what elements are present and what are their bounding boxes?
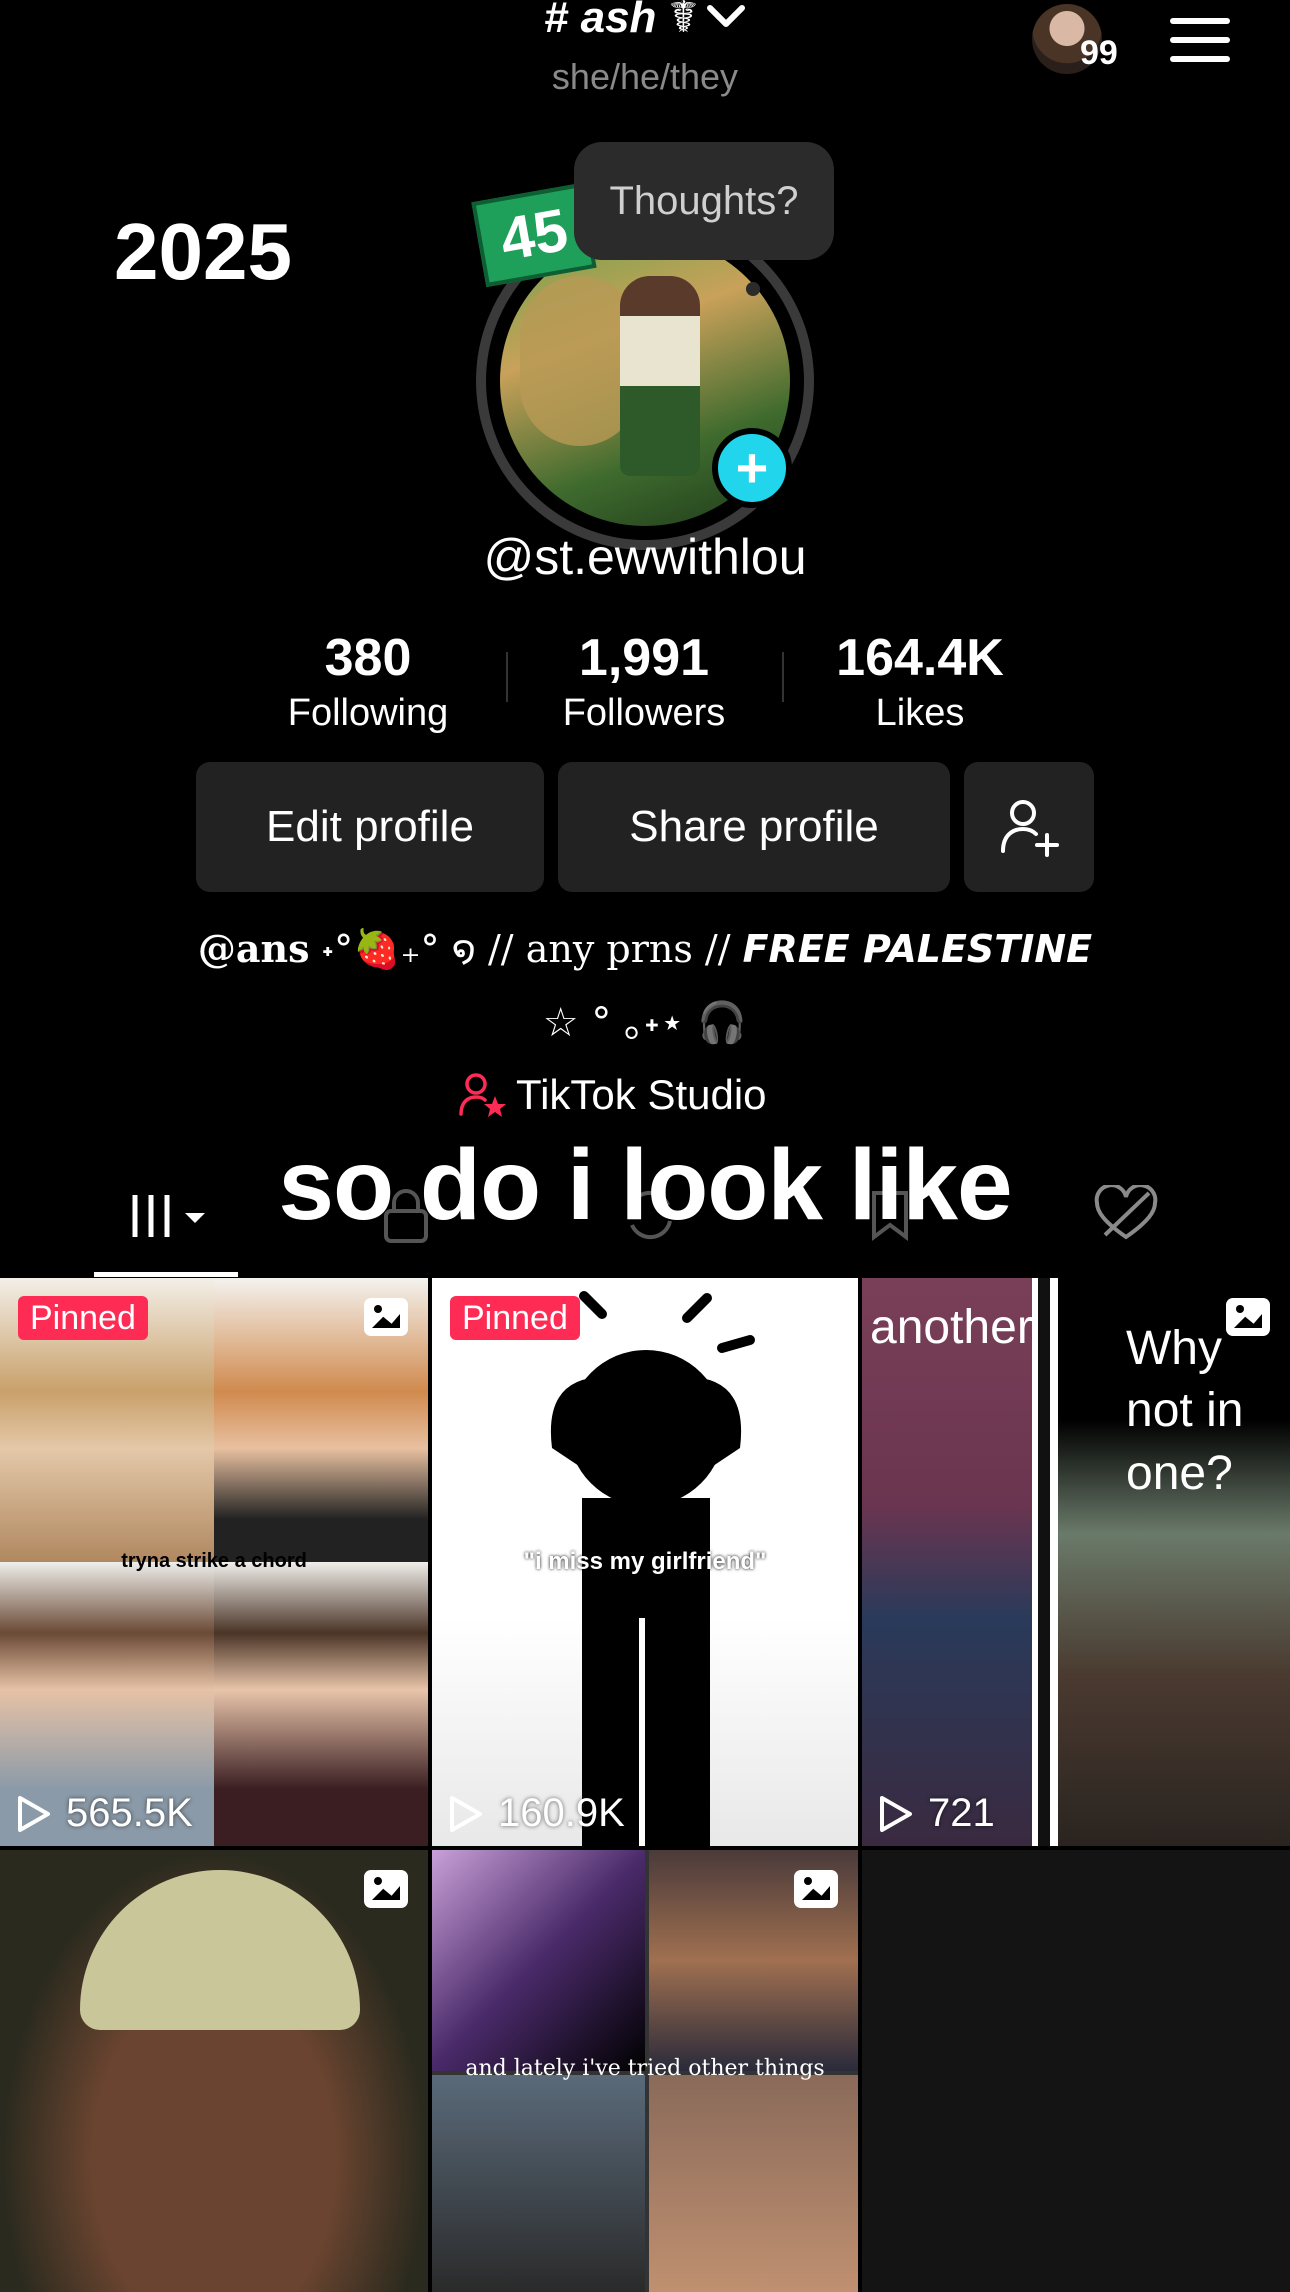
bio-emphasis: FREE PALESTINE [742, 927, 1093, 971]
edit-profile-button[interactable]: Edit profile [196, 762, 544, 892]
top-bar: # ash ☤ she/he/they 99 [0, 0, 1290, 110]
video-caption-right: Why not in one? [1126, 1322, 1244, 1500]
view-count: 565.5K [16, 1791, 193, 1836]
thumbnail-divider [1038, 1278, 1050, 1846]
studio-icon [458, 1072, 506, 1118]
add-story-button[interactable]: + [712, 428, 792, 508]
video-grid: tryna strike a chord Pinned 565.5K "i mi… [0, 1278, 1290, 2292]
menu-line [1170, 18, 1230, 24]
stat-following[interactable]: 380 Following [248, 628, 488, 735]
video-caption: tryna strike a chord [121, 1550, 307, 1572]
photo-icon [364, 1870, 408, 1908]
stat-likes[interactable]: 164.4K Likes [800, 628, 1040, 735]
thumbnail-tile [80, 1870, 360, 2030]
share-profile-button[interactable]: Share profile [558, 762, 950, 892]
stat-label: Following [287, 692, 449, 734]
overlay-caption: so do i look like [278, 1129, 1012, 1241]
play-icon [18, 1795, 50, 1832]
notification-count: 99 [1080, 34, 1118, 72]
thumbnail-tile [649, 2075, 858, 2292]
video-thumbnail[interactable] [862, 1850, 1290, 2292]
view-count-value: 160.9K [498, 1791, 625, 1835]
thumbnail-tile [432, 2075, 645, 2292]
stat-value: 380 [324, 629, 412, 687]
photo-icon [1226, 1298, 1270, 1336]
stat-label: Likes [875, 692, 965, 734]
photo-icon [364, 1298, 408, 1336]
thumbnail-tile [862, 1278, 1032, 1846]
display-name: # ash ☤ [543, 0, 699, 42]
bio-text: ˖°🍓₊° ໑ // any prns // [309, 927, 743, 971]
video-caption: "i miss my girlfriend" [523, 1548, 767, 1575]
pinned-badge: Pinned [450, 1296, 580, 1340]
studio-label: TikTok Studio [516, 1071, 767, 1118]
thoughts-bubble[interactable]: Thoughts? [574, 142, 834, 260]
add-friends-button[interactable] [964, 762, 1094, 892]
tiktok-studio-link[interactable]: TikTok Studio [458, 1068, 767, 1122]
photo-icon [794, 1870, 838, 1908]
view-count-value: 565.5K [66, 1791, 193, 1835]
thoughts-bubble-tail [746, 282, 760, 296]
view-count-value: 721 [928, 1791, 995, 1835]
add-person-icon [1001, 800, 1059, 857]
stat-value: 1,991 [578, 629, 710, 687]
bio-handle[interactable]: @ans [198, 926, 310, 971]
stat-followers[interactable]: 1,991 Followers [524, 628, 764, 735]
menu-line [1170, 37, 1230, 43]
video-caption-left: another [870, 1301, 1033, 1354]
video-caption: and lately i've tried other things [465, 2056, 825, 2081]
thumbnail-tile [214, 1562, 428, 1846]
video-thumbnail[interactable]: "i miss my girlfriend" Pinned 160.9K [432, 1278, 858, 1846]
video-thumbnail[interactable]: another Why not in one? 721 [862, 1278, 1290, 1846]
bio-line-2: ☆ ° ｡˖⋆ 🎧 [542, 1000, 748, 1046]
bio-line-1: @ans ˖°🍓₊° ໑ // any prns // FREE PALESTI… [0, 926, 1290, 972]
stat-value: 164.4K [836, 629, 1004, 687]
stat-divider [782, 652, 784, 702]
username: @st.ewwithlou [483, 529, 807, 585]
view-count: 160.9K [448, 1791, 625, 1836]
video-thumbnail[interactable]: and lately i've tried other things [432, 1850, 858, 2292]
pinned-badge: Pinned [18, 1296, 148, 1340]
menu-icon[interactable] [1170, 18, 1230, 62]
chevron-down-icon [706, 0, 746, 43]
stat-divider [506, 652, 508, 702]
video-thumbnail[interactable]: tryna strike a chord Pinned 565.5K [0, 1278, 428, 1846]
play-icon [450, 1795, 482, 1832]
video-thumbnail[interactable] [0, 1850, 428, 2292]
stat-label: Followers [562, 692, 726, 734]
view-count: 721 [878, 1791, 995, 1836]
menu-line [1170, 56, 1230, 62]
thumbnail-tile [432, 1850, 645, 2071]
avatar-figure [620, 276, 700, 476]
active-tab-indicator [94, 1272, 238, 1277]
play-icon [880, 1795, 912, 1832]
year-label: 2025 [114, 207, 292, 296]
